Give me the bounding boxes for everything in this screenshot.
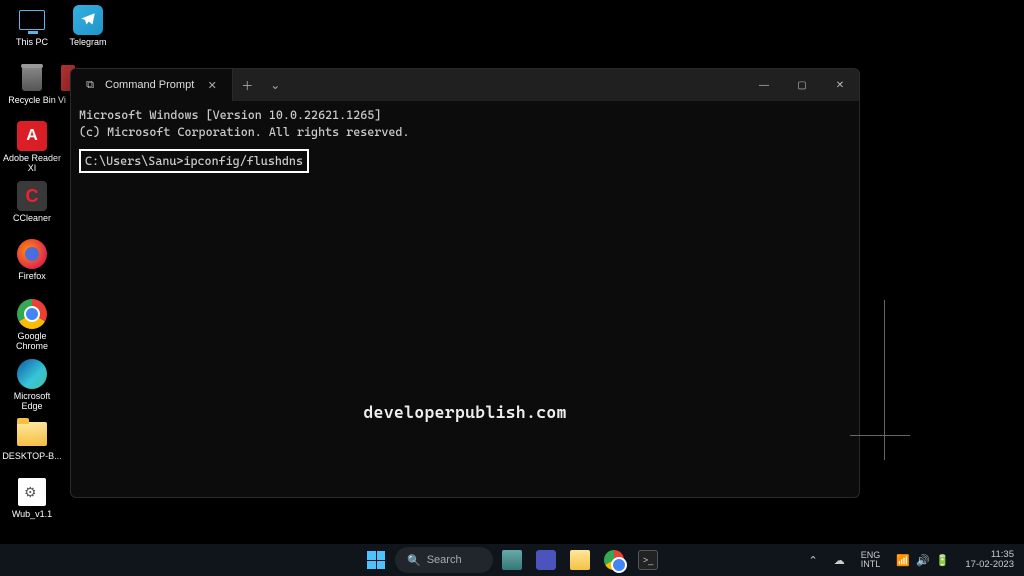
adobe-icon: A — [17, 121, 47, 151]
volume-icon: 🔊 — [916, 554, 930, 567]
desktop-icon-recycle-bin[interactable]: Recycle Bin — [2, 62, 62, 106]
terminal-body[interactable]: Microsoft Windows [Version 10.0.22621.12… — [71, 101, 859, 497]
taskbar-app-chrome[interactable] — [599, 545, 629, 575]
script-icon — [18, 478, 46, 506]
taskbar-date: 17-02-2023 — [965, 560, 1014, 570]
taskbar-app-chat[interactable] — [531, 545, 561, 575]
title-bar[interactable]: ⧉ Command Prompt ✕ ＋ ⌄ — ▢ ✕ — [71, 69, 859, 101]
search-icon: 🔍 — [407, 554, 421, 567]
icon-label: Recycle Bin — [2, 96, 62, 106]
terminal-icon: ⧉ — [83, 78, 97, 92]
chat-icon — [536, 550, 556, 570]
taskbar-search[interactable]: 🔍 Search — [395, 547, 493, 573]
chrome-icon — [17, 299, 47, 329]
chrome-icon — [604, 550, 624, 570]
taskview-button[interactable] — [497, 545, 527, 575]
firefox-icon — [17, 239, 47, 269]
icon-label: Telegram — [58, 38, 118, 48]
icon-label: Google Chrome — [2, 332, 62, 352]
icon-label: This PC — [2, 38, 62, 48]
new-tab-button[interactable]: ＋ — [233, 69, 261, 101]
tab-dropdown-button[interactable]: ⌄ — [261, 69, 289, 101]
terminal-prompt-highlight: C:\Users\Sanu>ipconfig/flushdns — [79, 149, 309, 174]
taskbar-app-explorer[interactable] — [565, 545, 595, 575]
tray-onedrive[interactable]: ☁ — [830, 552, 849, 569]
start-button[interactable] — [361, 545, 391, 575]
desktop-icon-adobe-reader[interactable]: A Adobe Reader XI — [2, 120, 62, 174]
ccleaner-icon: C — [17, 181, 47, 211]
battery-icon: 🔋 — [936, 554, 950, 567]
cloud-icon: ☁ — [834, 554, 845, 567]
tray-network-sound-battery[interactable]: 📶 🔊 🔋 — [892, 552, 953, 569]
folder-icon — [17, 422, 47, 446]
terminal-line: (c) Microsoft Corporation. All rights re… — [79, 124, 851, 141]
desktop-icon-telegram[interactable]: Telegram — [58, 4, 118, 48]
tray-clock[interactable]: 11:35 17-02-2023 — [961, 548, 1018, 572]
taskbar-app-terminal[interactable]: >_ — [633, 545, 663, 575]
maximize-button[interactable]: ▢ — [783, 69, 821, 101]
bin-icon — [19, 64, 45, 92]
search-placeholder: Search — [427, 554, 462, 566]
icon-label: CCleaner — [2, 214, 62, 224]
watermark-text: developerpublish.com — [71, 401, 859, 425]
taskbar[interactable]: 🔍 Search >_ ⌃ ☁ ENG INTL 📶 🔊 🔋 11:35 17-… — [0, 544, 1024, 576]
icon-label: Firefox — [2, 272, 62, 282]
icon-label: Wub_v1.1 — [2, 510, 62, 520]
close-button[interactable]: ✕ — [821, 69, 859, 101]
desktop-icon-chrome[interactable]: Google Chrome — [2, 298, 62, 352]
windows-logo-icon — [367, 551, 385, 569]
telegram-icon — [73, 5, 103, 35]
terminal-window[interactable]: ⧉ Command Prompt ✕ ＋ ⌄ — ▢ ✕ Microsoft W… — [70, 68, 860, 498]
tab-close-button[interactable]: ✕ — [202, 75, 222, 95]
wifi-icon: 📶 — [896, 554, 910, 567]
lang-bottom: INTL — [861, 560, 881, 569]
edge-icon — [17, 359, 47, 389]
icon-label: Adobe Reader XI — [2, 154, 62, 174]
minimize-button[interactable]: — — [745, 69, 783, 101]
tab-title: Command Prompt — [105, 79, 194, 91]
terminal-line: Microsoft Windows [Version 10.0.22621.12… — [79, 107, 851, 124]
desktop-icon-edge[interactable]: Microsoft Edge — [2, 358, 62, 412]
desktop-icon-firefox[interactable]: Firefox — [2, 238, 62, 282]
pc-icon — [19, 10, 45, 30]
desktop-icon-ccleaner[interactable]: C CCleaner — [2, 180, 62, 224]
tab-command-prompt[interactable]: ⧉ Command Prompt ✕ — [71, 69, 233, 101]
desktop-icon-wub[interactable]: Wub_v1.1 — [2, 476, 62, 520]
icon-label: DESKTOP-B... — [2, 452, 62, 462]
tray-language[interactable]: ENG INTL — [857, 549, 885, 572]
chevron-up-icon: ⌃ — [809, 554, 818, 567]
taskview-icon — [502, 550, 522, 570]
explorer-icon — [570, 550, 590, 570]
desktop-icon-folder[interactable]: DESKTOP-B... — [2, 418, 62, 462]
icon-label: Microsoft Edge — [2, 392, 62, 412]
desktop-icon-this-pc[interactable]: This PC — [2, 4, 62, 48]
tray-overflow[interactable]: ⌃ — [805, 552, 822, 569]
terminal-icon: >_ — [638, 550, 658, 570]
